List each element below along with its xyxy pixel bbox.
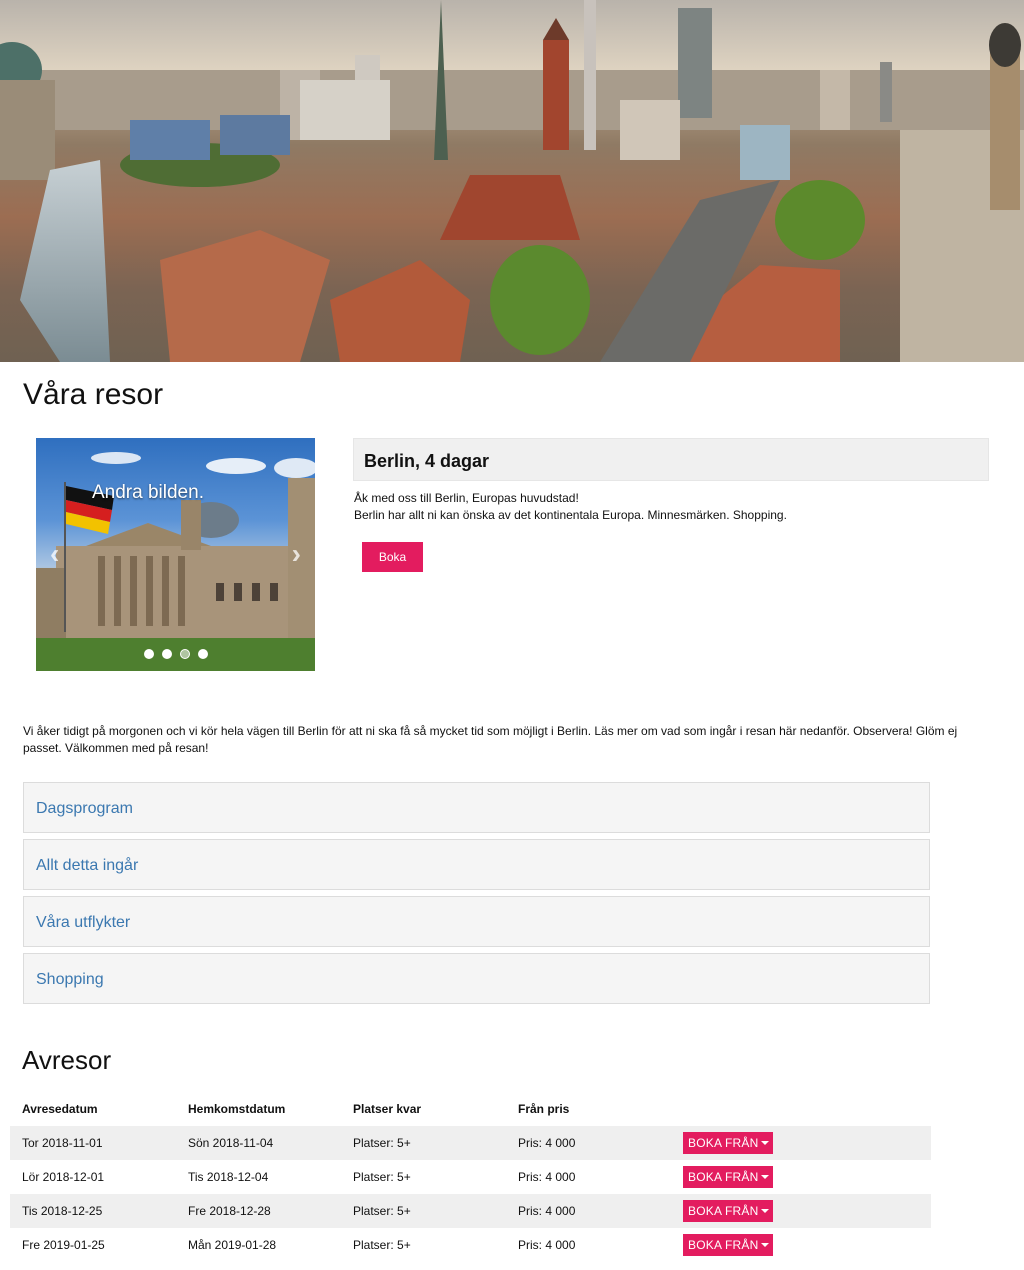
carousel-caption: Andra bilden. <box>92 482 204 503</box>
trip-heading: Berlin, 4 dagar <box>364 451 490 471</box>
carousel-prev-icon[interactable]: ‹ <box>50 538 59 570</box>
trip-desc-line-1: Åk med oss till Berlin, Europas huvudsta… <box>354 491 579 505</box>
trip-desc-line-2: Berlin har allt ni kan önska av det kont… <box>354 508 787 522</box>
carousel-dot[interactable] <box>143 649 154 659</box>
accordion-vara-utflykter[interactable]: Våra utflykter <box>23 896 930 947</box>
header-return-date: Hemkomstdatum <box>188 1102 286 1116</box>
price: Pris: 4 000 <box>518 1136 576 1150</box>
image-carousel[interactable]: Andra bilden. ‹ › <box>36 438 315 671</box>
carousel-dot[interactable] <box>179 649 190 659</box>
price: Pris: 4 000 <box>518 1204 576 1218</box>
book-from-label: BOKA FRÅN <box>688 1204 759 1218</box>
table-row: Lör 2018-12-01 Tis 2018-12-04 Platser: 5… <box>10 1160 931 1194</box>
departure-date: Tor 2018-11-01 <box>22 1136 103 1150</box>
trip-description: Åk med oss till Berlin, Europas huvudsta… <box>354 490 787 524</box>
departure-date: Fre 2019-01-25 <box>22 1238 105 1252</box>
departures-title: Avresor <box>22 1045 112 1075</box>
page-title: Våra resor <box>23 378 164 411</box>
accordion-label[interactable]: Våra utflykter <box>36 914 130 932</box>
trip-heading-panel: Berlin, 4 dagar <box>353 438 989 481</box>
return-date: Tis 2018-12-04 <box>188 1170 269 1184</box>
table-row: Tis 2018-12-25 Fre 2018-12-28 Platser: 5… <box>10 1194 931 1228</box>
carousel-dot[interactable] <box>161 649 172 659</box>
departure-date: Tis 2018-12-25 <box>22 1204 103 1218</box>
hero-image <box>0 0 1024 362</box>
book-from-button[interactable]: BOKA FRÅN <box>683 1200 774 1222</box>
accordion-label[interactable]: Shopping <box>36 971 104 989</box>
table-row: Tor 2018-11-01 Sön 2018-11-04 Platser: 5… <box>10 1126 931 1160</box>
seats-left: Platser: 5+ <box>353 1136 411 1150</box>
return-date: Fre 2018-12-28 <box>188 1204 271 1218</box>
intro-text: Vi åker tidigt på morgonen och vi kör he… <box>23 724 958 755</box>
seats-left: Platser: 5+ <box>353 1238 411 1252</box>
carousel-dot[interactable] <box>197 649 208 659</box>
return-date: Sön 2018-11-04 <box>188 1136 274 1150</box>
accordion-label[interactable]: Dagsprogram <box>36 800 133 818</box>
price: Pris: 4 000 <box>518 1170 576 1184</box>
caret-down-icon <box>761 1141 770 1145</box>
book-from-label: BOKA FRÅN <box>688 1238 759 1252</box>
accordion-dagsprogram[interactable]: Dagsprogram <box>23 782 930 833</box>
book-button[interactable]: Boka <box>362 542 423 572</box>
carousel-next-icon[interactable]: › <box>292 538 301 570</box>
header-seats-left: Platser kvar <box>353 1102 422 1116</box>
caret-down-icon <box>761 1209 770 1213</box>
book-from-label: BOKA FRÅN <box>688 1136 759 1150</box>
caret-down-icon <box>761 1175 770 1179</box>
header-departure-date: Avresedatum <box>22 1102 98 1116</box>
accordion-allt-detta-ingar[interactable]: Allt detta ingår <box>23 839 930 890</box>
book-from-label: BOKA FRÅN <box>688 1170 759 1184</box>
return-date: Mån 2019-01-28 <box>188 1238 277 1252</box>
book-from-button[interactable]: BOKA FRÅN <box>683 1166 774 1188</box>
price: Pris: 4 000 <box>518 1238 576 1252</box>
carousel-indicators <box>36 649 315 659</box>
accordion-shopping[interactable]: Shopping <box>23 953 930 1004</box>
seats-left: Platser: 5+ <box>353 1204 411 1218</box>
departure-date: Lör 2018-12-01 <box>22 1170 105 1184</box>
header-from-price: Från pris <box>518 1102 570 1116</box>
book-from-button[interactable]: BOKA FRÅN <box>683 1132 774 1154</box>
table-row: Fre 2019-01-25 Mån 2019-01-28 Platser: 5… <box>10 1228 931 1262</box>
accordion-label[interactable]: Allt detta ingår <box>36 857 138 875</box>
caret-down-icon <box>761 1243 770 1247</box>
seats-left: Platser: 5+ <box>353 1170 411 1184</box>
book-from-button[interactable]: BOKA FRÅN <box>683 1234 774 1256</box>
